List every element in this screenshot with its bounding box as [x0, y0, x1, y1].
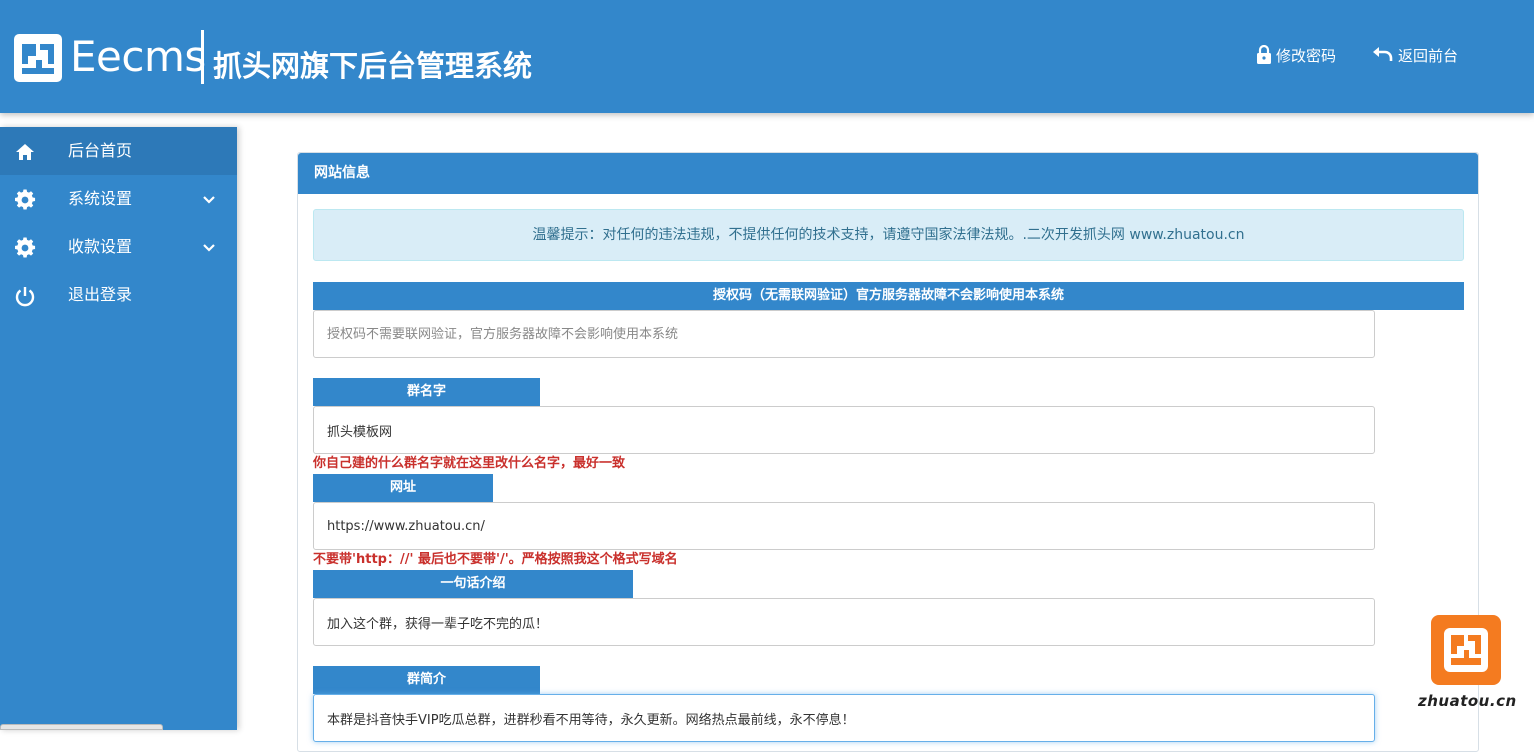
top-header: Eecms 抓头网旗下后台管理系统 修改密码 返回前台	[0, 0, 1534, 113]
back-to-front-label: 返回前台	[1398, 46, 1459, 65]
home-icon	[16, 144, 34, 160]
chevron-down-icon	[203, 244, 215, 252]
watermark-text: zhuatou.cn	[1418, 692, 1517, 710]
license-code-label: 授权码（无需联网验证）官方服务器故障不会影响使用本系统	[313, 282, 1464, 310]
panel-title: 网站信息	[298, 153, 1478, 194]
sidebar-item-label: 收款设置	[68, 237, 133, 256]
chevron-down-icon	[203, 196, 215, 204]
sidebar-item-system-settings[interactable]: 系统设置	[0, 175, 237, 223]
back-to-front-link[interactable]: 返回前台	[1372, 44, 1458, 66]
sidebar: 后台首页 系统设置 收款设置 退出登录	[0, 127, 237, 730]
group-name-input[interactable]	[313, 406, 1375, 454]
undo-icon	[1373, 47, 1393, 61]
watermark-logo	[1431, 615, 1501, 685]
site-url-label: 网址	[313, 474, 493, 502]
sidebar-item-label: 系统设置	[68, 189, 133, 208]
lock-icon	[1257, 45, 1271, 64]
brand-name: Eecms	[70, 32, 206, 81]
gear-icon	[15, 237, 36, 258]
notice-alert: 温馨提示：对任何的违法违规，不提供任何的技术支持，请遵守国家法律法规。.二次开发…	[313, 209, 1464, 261]
sidebar-item-logout[interactable]: 退出登录	[0, 271, 237, 319]
system-title: 抓头网旗下后台管理系统	[213, 49, 533, 83]
one-line-intro-label: 一句话介绍	[313, 570, 633, 598]
one-line-intro-input[interactable]	[313, 598, 1375, 646]
gear-icon	[15, 189, 36, 210]
brand-divider	[201, 30, 204, 84]
browser-status-bar	[0, 724, 163, 730]
group-name-hint: 你自己建的什么群名字就在这里改什么名字，最好一致	[313, 456, 626, 471]
power-icon	[15, 287, 35, 307]
watermark-logo-icon	[1444, 628, 1488, 672]
license-code-input[interactable]	[313, 310, 1375, 358]
site-url-hint: 不要带'http：//' 最后也不要带'/'。严格按照我这个格式写域名	[313, 552, 678, 567]
change-password-link[interactable]: 修改密码	[1256, 44, 1336, 66]
group-description-input[interactable]	[313, 694, 1375, 742]
sidebar-item-home[interactable]: 后台首页	[0, 127, 237, 175]
site-info-panel: 网站信息 温馨提示：对任何的违法违规，不提供任何的技术支持，请遵守国家法律法规。…	[297, 152, 1479, 752]
sidebar-item-label: 退出登录	[68, 285, 133, 304]
logo-icon	[14, 34, 62, 82]
sidebar-item-label: 后台首页	[68, 141, 133, 160]
group-description-label: 群简介	[313, 666, 540, 694]
sidebar-item-payment-settings[interactable]: 收款设置	[0, 223, 237, 271]
group-name-label: 群名字	[313, 378, 540, 406]
site-url-input[interactable]	[313, 502, 1375, 550]
change-password-label: 修改密码	[1276, 46, 1337, 65]
